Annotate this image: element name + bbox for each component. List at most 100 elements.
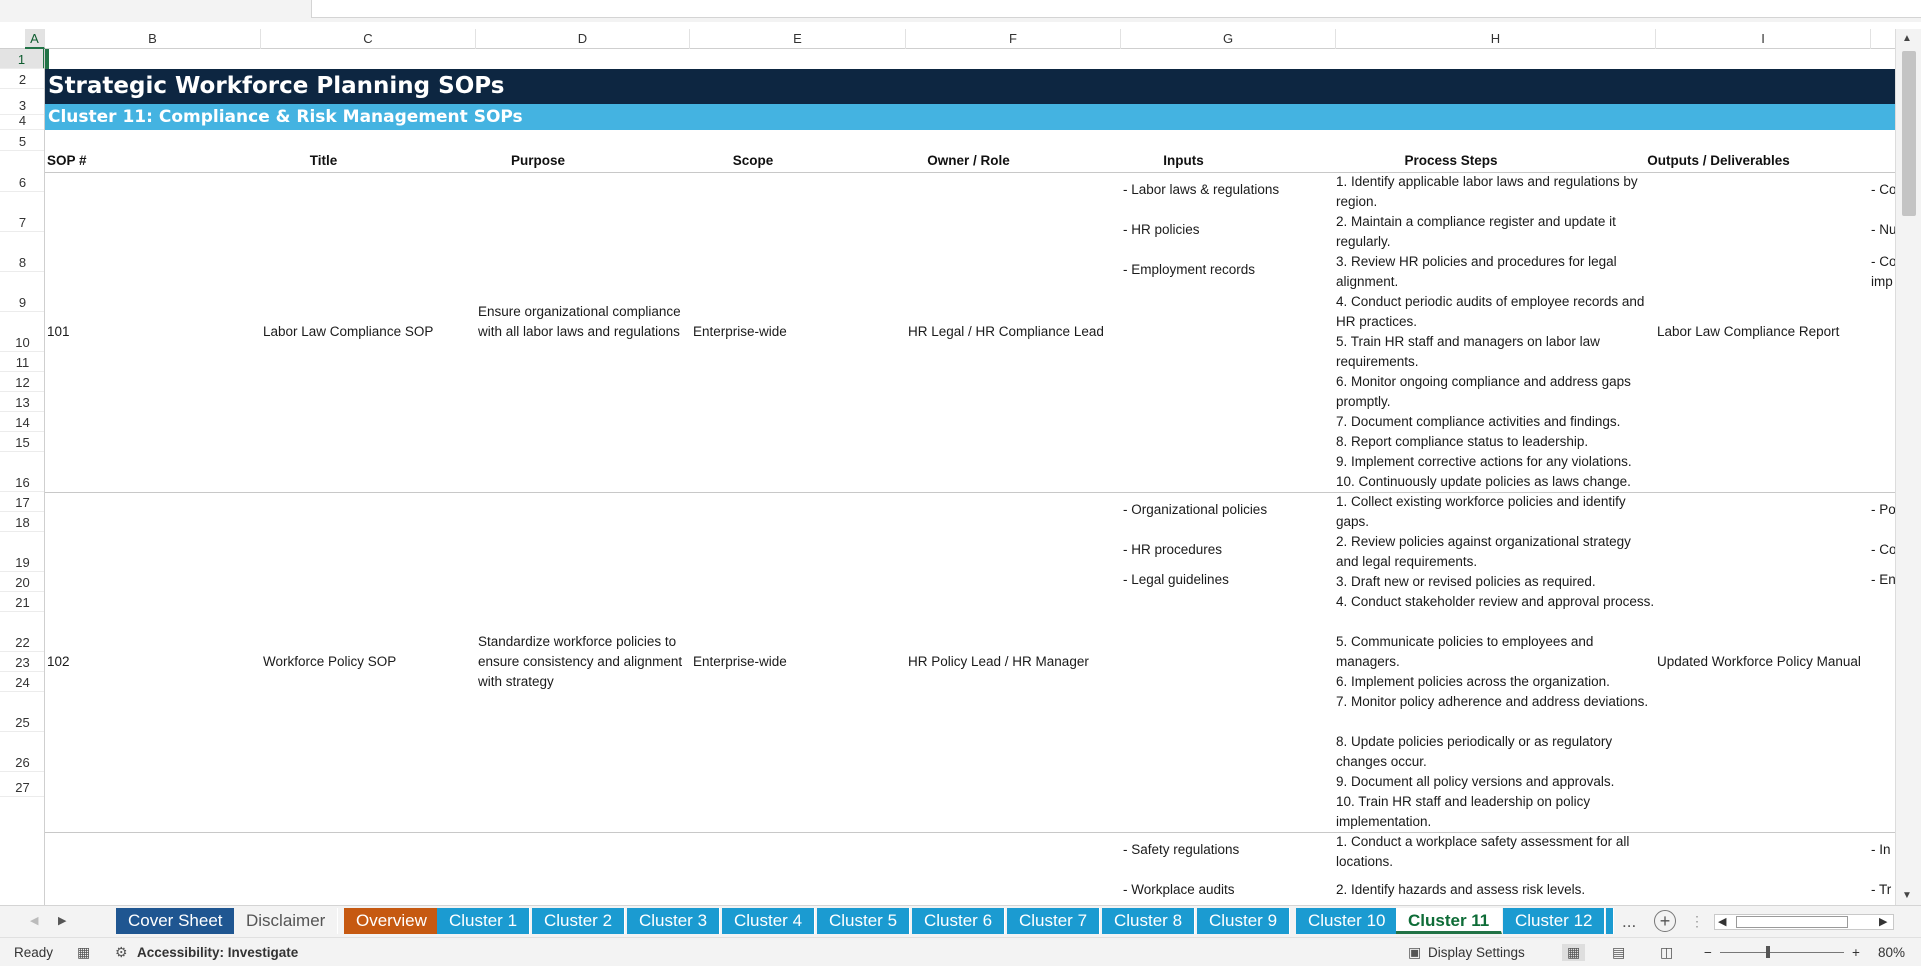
next-column-cell[interactable]: - Co (1871, 540, 1895, 560)
process-step[interactable]: 3. Review HR policies and procedures for… (1336, 252, 1656, 292)
row-header-16[interactable]: 16 (0, 452, 44, 492)
row-header-8[interactable]: 8 (0, 232, 44, 272)
tab-cluster-7[interactable]: Cluster 7 (1007, 908, 1101, 934)
row-header-22[interactable]: 22 (0, 612, 44, 652)
row-header-19[interactable]: 19 (0, 532, 44, 572)
row-header-18[interactable]: 18 (0, 512, 44, 532)
process-step[interactable]: 1. Collect existing workforce policies a… (1336, 492, 1656, 532)
worksheet-grid[interactable]: Strategic Workforce Planning SOPs Cluste… (45, 49, 1895, 905)
add-sheet-icon[interactable]: + (1654, 910, 1676, 932)
next-column-cell[interactable]: - En (1871, 570, 1895, 590)
row-header-9[interactable]: 9 (0, 272, 44, 312)
scroll-left-icon[interactable]: ◀ (1718, 915, 1726, 928)
process-step[interactable]: 2. Maintain a compliance register and up… (1336, 212, 1656, 252)
sop-input[interactable]: - Employment records (1123, 260, 1255, 280)
tab-cluster-2[interactable]: Cluster 2 (532, 908, 626, 934)
process-step[interactable]: 6. Monitor ongoing compliance and addres… (1336, 372, 1656, 412)
tab-cover-sheet[interactable]: Cover Sheet (116, 908, 236, 934)
sop-owner[interactable]: HR Legal / HR Compliance Lead (908, 322, 1104, 342)
next-column-cell[interactable]: - Co (1871, 252, 1895, 272)
macro-recording-icon[interactable]: ▦ (77, 944, 90, 961)
tab-cluster-4[interactable]: Cluster 4 (722, 908, 816, 934)
process-step[interactable]: 9. Implement corrective actions for any … (1336, 452, 1656, 472)
process-step[interactable]: 3. Draft new or revised policies as requ… (1336, 572, 1656, 592)
row-header-14[interactable]: 14 (0, 412, 44, 432)
sop-number[interactable]: 101 (47, 322, 70, 342)
column-header-b[interactable]: B (45, 29, 261, 49)
row-header-1[interactable]: 1 (0, 49, 44, 69)
tab-cluster-8[interactable]: Cluster 8 (1102, 908, 1196, 934)
display-settings-icon[interactable]: ▣ (1408, 944, 1421, 961)
tab-cluster-1[interactable]: Cluster 1 (437, 908, 531, 934)
next-column-cell[interactable]: imp (1871, 272, 1895, 292)
process-step[interactable]: 5. Communicate policies to employees and… (1336, 632, 1656, 672)
tab-cluster-3[interactable]: Cluster 3 (627, 908, 721, 934)
process-step[interactable]: 9. Document all policy versions and appr… (1336, 772, 1656, 792)
sop-input[interactable]: - Safety regulations (1123, 840, 1239, 860)
display-settings-button[interactable]: Display Settings (1428, 945, 1525, 960)
tab-cluster-11[interactable]: Cluster 11 (1396, 908, 1503, 934)
sop-purpose[interactable]: Standardize workforce policies to ensure… (478, 632, 694, 692)
tab-disclaimer[interactable]: Disclaimer (234, 908, 339, 934)
process-step[interactable]: 8. Update policies periodically or as re… (1336, 732, 1656, 772)
next-column-cell[interactable]: - Co (1871, 180, 1895, 200)
sop-output[interactable]: Labor Law Compliance Report (1657, 322, 1839, 342)
row-header-25[interactable]: 25 (0, 692, 44, 732)
tab-cluster-6[interactable]: Cluster 6 (912, 908, 1006, 934)
zoom-in-icon[interactable]: + (1852, 945, 1860, 960)
next-column-cell[interactable]: - In (1871, 840, 1895, 860)
sop-scope[interactable]: Enterprise-wide (693, 652, 787, 672)
row-header-11[interactable]: 11 (0, 352, 44, 372)
active-cell-a1[interactable] (45, 49, 49, 69)
process-step[interactable]: 8. Report compliance status to leadershi… (1336, 432, 1656, 452)
sop-number[interactable]: 102 (47, 652, 70, 672)
column-header-a[interactable]: A (25, 29, 45, 49)
process-step[interactable]: 6. Implement policies across the organiz… (1336, 672, 1656, 692)
row-header-15[interactable]: 15 (0, 432, 44, 452)
process-step[interactable]: 4. Conduct stakeholder review and approv… (1336, 592, 1656, 612)
row-header-27[interactable]: 27 (0, 772, 44, 797)
next-column-cell[interactable]: - Po (1871, 500, 1895, 520)
column-header-g[interactable]: G (1121, 29, 1336, 49)
next-column-cell[interactable]: - Tr (1871, 880, 1895, 900)
zoom-out-icon[interactable]: − (1704, 945, 1712, 960)
sop-purpose[interactable]: Ensure organizational compliance with al… (478, 302, 692, 342)
process-step[interactable]: 1. Identify applicable labor laws and re… (1336, 172, 1656, 212)
tab-cluster-9[interactable]: Cluster 9 (1197, 908, 1291, 934)
sop-input[interactable]: - Legal guidelines (1123, 570, 1229, 590)
row-header-5[interactable]: 5 (0, 130, 44, 151)
more-tabs-button[interactable]: ... (1622, 912, 1636, 932)
row-header-23[interactable]: 23 (0, 652, 44, 672)
row-header-10[interactable]: 10 (0, 312, 44, 352)
process-step[interactable]: 7. Monitor policy adherence and address … (1336, 692, 1656, 712)
process-step[interactable]: 10. Train HR staff and leadership on pol… (1336, 792, 1656, 832)
row-header-17[interactable]: 17 (0, 492, 44, 512)
sop-input[interactable]: - HR procedures (1123, 540, 1222, 560)
column-header-h[interactable]: H (1336, 29, 1656, 49)
sop-title[interactable]: Labor Law Compliance SOP (263, 322, 433, 342)
tab-overview[interactable]: Overview (344, 908, 440, 934)
tab-cluster-5[interactable]: Cluster 5 (817, 908, 911, 934)
column-header-j[interactable] (1871, 29, 1895, 49)
sop-input[interactable]: - HR policies (1123, 220, 1200, 240)
formula-input[interactable] (311, 0, 1921, 18)
sop-scope[interactable]: Enterprise-wide (693, 322, 787, 342)
horizontal-scroll-thumb[interactable] (1736, 916, 1848, 928)
process-step[interactable]: 10. Continuously update policies as laws… (1336, 472, 1656, 492)
vertical-scrollbar[interactable]: ▲ ▼ (1895, 29, 1921, 905)
sop-output[interactable]: Updated Workforce Policy Manual (1657, 652, 1861, 672)
column-header-i[interactable]: I (1656, 29, 1871, 49)
row-header-4[interactable]: 4 (0, 113, 44, 130)
process-step[interactable]: 4. Conduct periodic audits of employee r… (1336, 292, 1656, 332)
tab-scroll-left-icon[interactable]: ◀ (30, 914, 38, 927)
row-header-20[interactable]: 20 (0, 572, 44, 592)
process-step[interactable]: 5. Train HR staff and managers on labor … (1336, 332, 1656, 372)
tab-split-handle[interactable]: ⋮ (1690, 913, 1704, 930)
sop-input[interactable]: - Organizational policies (1123, 500, 1267, 520)
accessibility-icon[interactable]: ⚙ (115, 944, 128, 961)
row-header-2[interactable]: 2 (0, 69, 44, 89)
process-step[interactable]: 7. Document compliance activities and fi… (1336, 412, 1656, 432)
column-header-c[interactable]: C (261, 29, 476, 49)
tab-scroll-right-icon[interactable]: ▶ (58, 914, 66, 927)
scroll-down-icon[interactable]: ▼ (1902, 890, 1912, 901)
